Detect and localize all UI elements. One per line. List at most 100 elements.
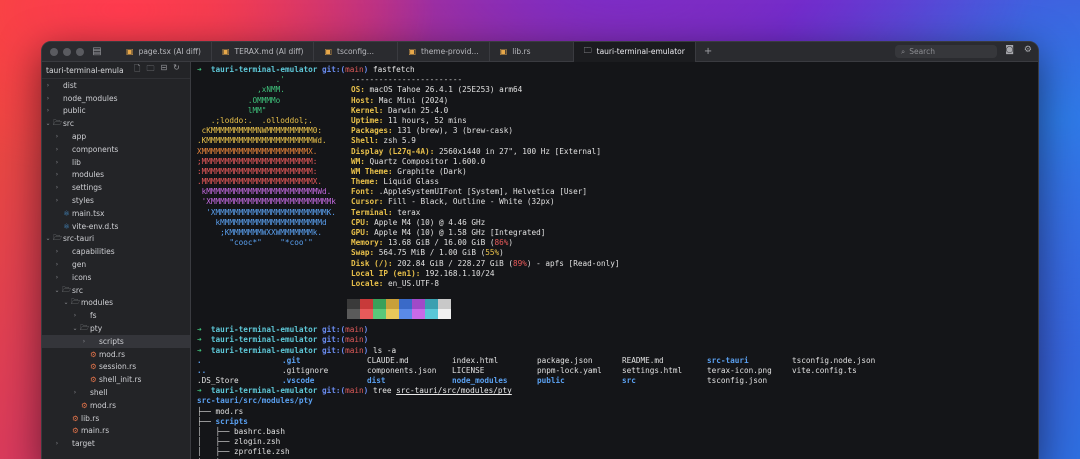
tab-1[interactable]: ▣ TERAX.md (AI diff) (212, 42, 315, 62)
sidebar-item[interactable]: › capabilities (42, 245, 190, 258)
camera-icon[interactable]: ◙ (1005, 45, 1014, 55)
chevron-down-icon: ⌄ (63, 299, 69, 307)
chevron-right-icon: › (46, 81, 50, 89)
sidebar-item[interactable]: ⌄ 🗁 pty (42, 322, 190, 335)
system-info: ------------------------ OS: macOS Tahoe… (351, 75, 619, 289)
sidebar-item-label: pty (90, 324, 103, 334)
tree-name: scripts (215, 416, 248, 426)
maximize-window-button[interactable] (76, 47, 84, 56)
tab-label: TERAX.md (AI diff) (234, 47, 304, 56)
collapse-icon[interactable]: ⊟ (160, 63, 167, 77)
sidebar-item[interactable]: › shell (42, 386, 190, 399)
sidebar-item[interactable]: › app (42, 130, 190, 143)
rust-file-icon: ⚙ (81, 400, 88, 410)
sidebar-item[interactable]: › components (42, 143, 190, 156)
sidebar-item[interactable]: › modules (42, 169, 190, 182)
sidebar-item-label: node_modules (63, 93, 118, 103)
sidebar-item[interactable]: › lib (42, 156, 190, 169)
sidebar-item-label: shell_init.rs (99, 375, 142, 385)
sidebar-item[interactable]: ⌄ 🗁 modules (42, 297, 190, 310)
refresh-icon[interactable]: ↻ (173, 63, 180, 77)
gear-icon[interactable]: ⚙ (1024, 45, 1032, 55)
info-value: ) (499, 248, 504, 258)
file-diff-icon: ▣ (324, 47, 332, 56)
sidebar-item[interactable]: › dist (42, 79, 190, 92)
palette-column (438, 299, 451, 320)
rust-file-icon: ⚙ (90, 362, 97, 372)
info-value: Apple M4 (10) @ 1.58 GHz [Integrated] (374, 228, 546, 237)
sidebar-item[interactable]: › scripts (42, 334, 190, 348)
prompt-line: ➜ tauri-terminal-emulator git:(main) fas… (197, 65, 1032, 75)
sidebar-item[interactable]: › icons (42, 271, 190, 284)
sidebar-item[interactable]: ⚛ vite-env.d.ts (42, 220, 190, 233)
info-colon: : (388, 258, 398, 268)
sidebar-item[interactable]: ⚙ mod.rs (42, 348, 190, 361)
chevron-right-icon: › (55, 440, 59, 448)
sidebar-toggle-icon[interactable]: ▤ (88, 46, 106, 57)
sidebar-item[interactable]: ⌄ 🗁 src (42, 284, 190, 297)
new-file-icon[interactable]: 🗋 (134, 63, 140, 77)
info-value: en_US.UTF-8 (388, 278, 439, 288)
tree-name: bashrc.bash (234, 427, 285, 436)
tree-name: mod.rs (215, 406, 244, 416)
tree-prefix: │ ├── (197, 447, 235, 457)
logo-line: "cooc*" "*coo'" (197, 238, 313, 248)
ls-entry: .vscode (282, 376, 315, 386)
search-box[interactable]: ⌕ Search (895, 45, 997, 58)
palette-column (425, 299, 438, 320)
chevron-right-icon: › (55, 145, 59, 153)
sidebar-item[interactable]: › target (42, 437, 190, 450)
sidebar-item[interactable]: ⚙ shell_init.rs (42, 373, 190, 386)
ls-entry: pnpm-lock.yaml (537, 365, 602, 375)
tab-5[interactable]: 🗀 tauri-terminal-emulator (573, 42, 696, 62)
ls-entry: CLAUDE.md (367, 355, 409, 365)
info-key: WM Theme (351, 166, 389, 176)
minimize-window-button[interactable] (63, 47, 71, 56)
sidebar-item[interactable]: › public (42, 105, 190, 118)
prompt-arrow-icon: ➜ (197, 335, 211, 345)
tree-name: zlogin.zsh (234, 437, 281, 447)
info-value: 202.84 GiB / 228.27 GiB ( (397, 258, 514, 268)
sidebar-item[interactable]: ⚙ mod.rs (42, 399, 190, 412)
new-folder-icon[interactable]: 🗀 (146, 63, 154, 77)
sidebar-item[interactable]: › settings (42, 181, 190, 194)
sidebar-item-label: modules (72, 170, 105, 180)
info-value: 2560x1440 in 27", 100 Hz [External] (438, 146, 601, 156)
sidebar-item[interactable]: ⚙ main.rs (42, 425, 190, 438)
info-colon: : (415, 268, 426, 278)
tab-4[interactable]: ▣ lib.rs (490, 42, 574, 62)
ls-entry: public (537, 376, 565, 386)
ls-entry: README.md (622, 355, 664, 365)
terminal[interactable]: ➜ tauri-terminal-emulator git:(main) fas… (191, 62, 1038, 459)
sidebar-item[interactable]: › node_modules (42, 92, 190, 105)
tab-0[interactable]: ▣ page.tsx (AI diff) (116, 42, 212, 62)
info-value: 131 (brew), 3 (brew-cask) (397, 126, 514, 136)
prompt-arrow-icon: ➜ (197, 325, 211, 335)
prompt-branch: main (345, 325, 364, 335)
info-value: 11 hours, 52 mins (388, 115, 467, 125)
tab-2[interactable]: ▣ tsconfig... (314, 42, 399, 62)
tab-label: tsconfig... (337, 47, 374, 56)
info-line: Display (L27q-4A): 2560x1440 in 27", 100… (351, 147, 619, 157)
info-colon: : (429, 146, 439, 156)
info-value: ) - apfs [Read-only] (526, 258, 620, 268)
sidebar-item-label: icons (72, 272, 92, 282)
sidebar-item[interactable]: ⌄ 🗁 src (42, 117, 190, 130)
sidebar-item[interactable]: › gen (42, 258, 190, 271)
sidebar-item[interactable]: ⚛ main.tsx (42, 207, 190, 220)
info-colon: : (369, 187, 379, 197)
sidebar-item[interactable]: › styles (42, 194, 190, 207)
tab-3[interactable]: ▣ theme-provid... (398, 42, 490, 62)
add-tab-button[interactable]: + (696, 42, 720, 62)
info-key: Swap (351, 248, 370, 258)
info-key: GPU (351, 228, 365, 237)
sidebar-item[interactable]: ⚙ session.rs (42, 361, 190, 374)
sidebar-item[interactable]: ⌄ 🗁 src-tauri (42, 233, 190, 246)
info-colon: : (378, 278, 389, 288)
sidebar-item[interactable]: › fs (42, 309, 190, 322)
close-window-button[interactable] (50, 47, 58, 56)
sidebar-item[interactable]: ⚙ lib.rs (42, 412, 190, 425)
info-line: OS: macOS Tahoe 26.4.1 (25E253) arm64 (351, 85, 619, 95)
tree-prefix: │ ├── (197, 427, 235, 436)
info-line: Font: .AppleSystemUIFont [System], Helve… (351, 187, 619, 197)
